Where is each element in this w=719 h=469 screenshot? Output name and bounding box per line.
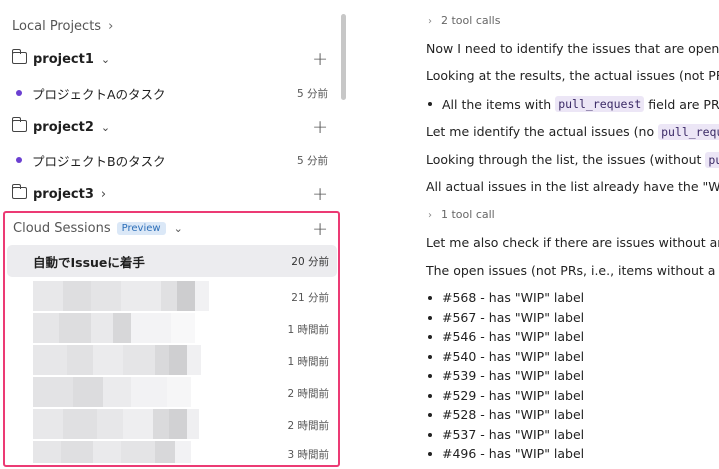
- status-dot-icon: [16, 90, 22, 96]
- tool-calls-label: 2 tool calls: [441, 14, 501, 27]
- session-title: 自動でIssueに着手: [33, 254, 145, 270]
- blurred-session-title: [33, 345, 201, 375]
- add-task-button[interactable]: +: [312, 117, 328, 137]
- message-line: All actual issues in the list already ha…: [426, 179, 719, 194]
- issue-list-item: #540 - has "WIP" label: [428, 349, 584, 364]
- chevron-right-icon: ›: [428, 16, 432, 27]
- session-time: 1 時間前: [287, 324, 329, 336]
- blurred-session-title: [33, 313, 195, 343]
- message-line: Let me also check if there are issues wi…: [426, 235, 719, 250]
- tool-calls-toggle[interactable]: › 1 tool call: [428, 208, 495, 221]
- tool-calls-toggle[interactable]: › 2 tool calls: [428, 14, 500, 27]
- tool-calls-label: 1 tool call: [441, 208, 495, 221]
- issue-list-item: #528 - has "WIP" label: [428, 407, 584, 422]
- chevron-down-icon: ⌄: [100, 52, 111, 66]
- inline-code: pul: [705, 152, 719, 168]
- blurred-session-title: [33, 377, 191, 407]
- blurred-session-title: [33, 409, 199, 439]
- session-row[interactable]: 2 時間前: [7, 377, 337, 407]
- project-row-project3[interactable]: project3 › +: [0, 183, 342, 205]
- inline-code: pull_reque: [658, 124, 719, 140]
- issue-list-item: #546 - has "WIP" label: [428, 329, 584, 344]
- project-row-project2[interactable]: project2 ⌄ +: [0, 116, 342, 138]
- folder-icon: [11, 117, 27, 132]
- session-row[interactable]: 2 時間前: [7, 409, 337, 439]
- local-projects-label: Local Projects: [12, 18, 102, 34]
- inline-code: pull_request: [555, 96, 645, 112]
- project-name: project3: [33, 186, 94, 202]
- issue-list-item: #496 - has "WIP" label: [428, 446, 584, 461]
- task-title: プロジェクトBのタスク: [32, 153, 166, 169]
- session-row[interactable]: 1 時間前: [7, 345, 337, 375]
- folder-icon: [11, 184, 27, 199]
- task-title: プロジェクトAのタスク: [32, 86, 166, 102]
- session-row[interactable]: 1 時間前: [7, 313, 337, 343]
- local-projects-header[interactable]: Local Projects ›: [0, 16, 342, 36]
- cloud-sessions-section: Cloud Sessions Preview ⌄ + 自動でIssueに着手 2…: [3, 211, 340, 467]
- session-time: 3 時間前: [287, 449, 329, 461]
- task-time: 5 分前: [296, 154, 328, 167]
- message-line: The open issues (not PRs, i.e., items wi…: [426, 263, 716, 278]
- cloud-sessions-header[interactable]: Cloud Sessions Preview ⌄: [13, 221, 183, 236]
- message-line: Looking through the list, the issues (wi…: [426, 152, 719, 168]
- blurred-session-title: [33, 441, 191, 463]
- session-time: 20 分前: [291, 255, 329, 268]
- task-row[interactable]: プロジェクトBのタスク 5 分前: [0, 149, 342, 171]
- chevron-down-icon: ⌄: [173, 222, 183, 235]
- task-row[interactable]: プロジェクトAのタスク 5 分前: [0, 82, 342, 104]
- message-line: Let me identify the actual issues (no pu…: [426, 124, 719, 140]
- preview-badge: Preview: [116, 222, 166, 235]
- chevron-right-icon: ›: [108, 18, 114, 34]
- add-cloud-session-button[interactable]: +: [312, 220, 328, 239]
- session-time: 21 分前: [291, 292, 329, 304]
- session-row[interactable]: 3 時間前: [7, 441, 337, 463]
- add-task-button[interactable]: +: [312, 49, 328, 69]
- message-line: Now I need to identify the issues that a…: [426, 41, 719, 56]
- session-time: 2 時間前: [287, 388, 329, 400]
- session-time: 1 時間前: [287, 356, 329, 368]
- issue-list-item: #529 - has "WIP" label: [428, 388, 584, 403]
- project-row-project1[interactable]: project1 ⌄ +: [0, 48, 342, 70]
- blurred-session-title: [33, 281, 209, 311]
- session-row[interactable]: 21 分前: [7, 281, 337, 311]
- message-line: Looking at the results, the actual issue…: [426, 68, 719, 83]
- project-name: project2: [33, 119, 94, 135]
- issue-list-item: #539 - has "WIP" label: [428, 368, 584, 383]
- task-time: 5 分前: [296, 87, 328, 100]
- add-task-button[interactable]: +: [312, 184, 328, 204]
- folder-icon: [11, 49, 27, 64]
- chevron-down-icon: ⌄: [100, 120, 111, 134]
- issue-list-item: #567 - has "WIP" label: [428, 310, 584, 325]
- list-item: All the items with pull_request field ar…: [428, 96, 719, 112]
- sidebar-scrollbar[interactable]: [341, 14, 346, 100]
- issue-list-item: #568 - has "WIP" label: [428, 290, 584, 305]
- project-name: project1: [33, 51, 94, 67]
- sidebar: Local Projects › project1 ⌄ + プロジェクトAのタス…: [0, 0, 352, 469]
- issue-list-item: #537 - has "WIP" label: [428, 427, 584, 442]
- chevron-right-icon: ›: [428, 210, 432, 221]
- session-row-active[interactable]: 自動でIssueに着手 20 分前: [7, 245, 337, 277]
- chat-transcript: › 2 tool calls Now I need to identify the…: [352, 0, 719, 469]
- status-dot-icon: [16, 157, 22, 163]
- chevron-right-icon: ›: [100, 186, 107, 202]
- session-time: 2 時間前: [287, 420, 329, 432]
- cloud-sessions-label: Cloud Sessions: [13, 221, 111, 236]
